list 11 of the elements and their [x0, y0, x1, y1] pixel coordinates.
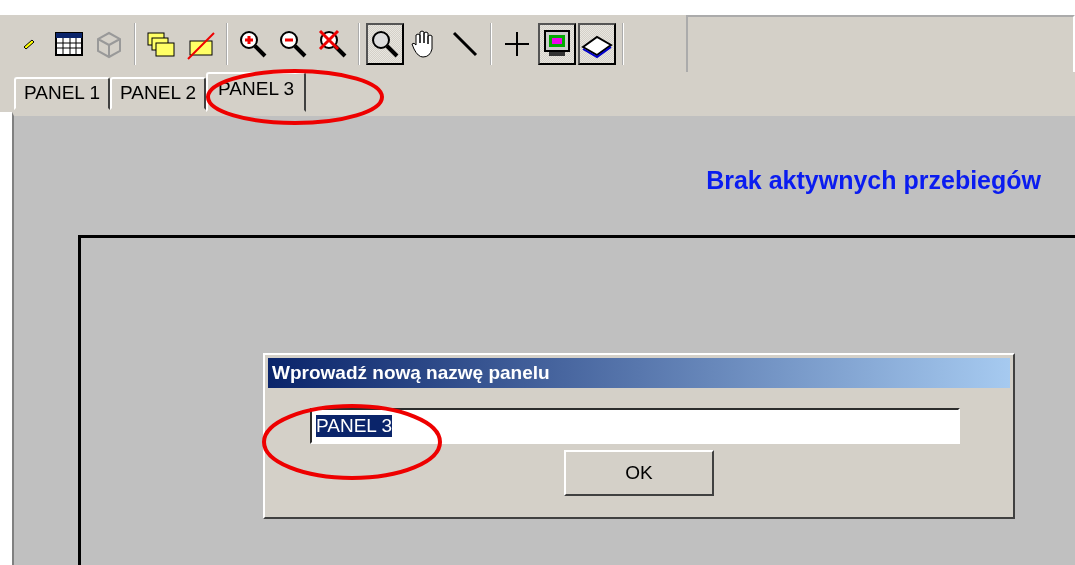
dialog-title: Wprowadź nową nazwę panelu — [268, 358, 1010, 388]
pencil-icon — [23, 37, 35, 50]
tab[interactable]: PANEL 1 — [14, 77, 111, 110]
toolbar-button[interactable] — [366, 22, 404, 65]
input-field[interactable]: PANEL 3 — [310, 408, 960, 444]
ok-button[interactable]: OK — [564, 450, 714, 496]
status-message: Brak aktywnych przebiegów — [706, 166, 1041, 195]
toolbar-button[interactable] — [538, 22, 576, 65]
field-value: PANEL 3 — [316, 415, 393, 437]
tab[interactable]: PANEL 2 — [110, 77, 207, 110]
toolbar-button[interactable] — [578, 22, 616, 65]
